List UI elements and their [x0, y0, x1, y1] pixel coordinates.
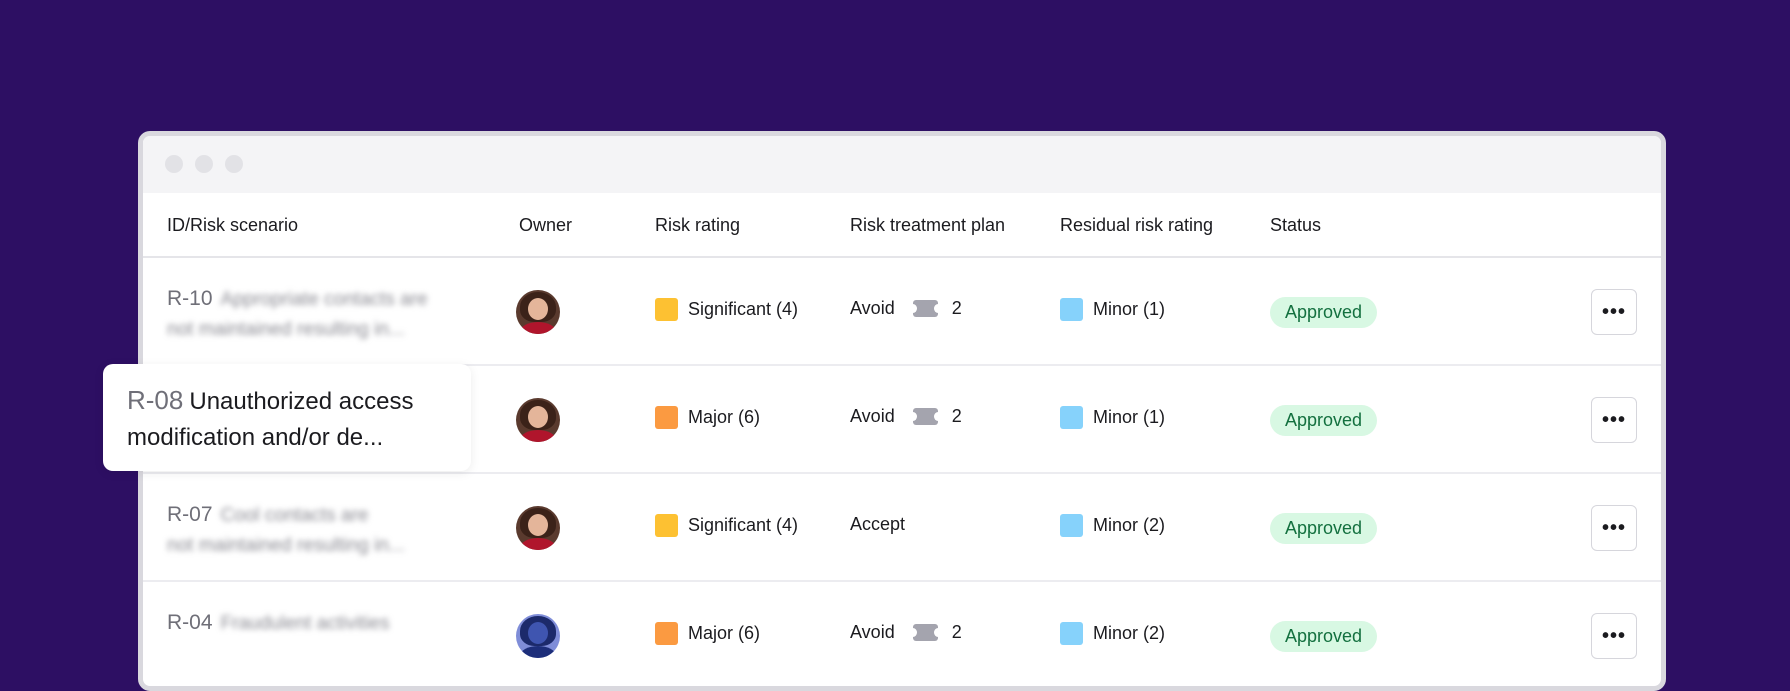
column-header-residual-rating[interactable]: Residual risk rating [1060, 215, 1213, 236]
residual-rating-cell: Minor (2) [1060, 622, 1165, 645]
risk-rating-cell: Significant (4) [655, 514, 798, 537]
more-actions-button[interactable]: ••• [1591, 289, 1637, 335]
residual-rating-label: Minor (2) [1093, 515, 1166, 535]
highlighted-risk-callout[interactable]: R-08 Unauthorized access modification and… [103, 364, 471, 471]
column-header-status[interactable]: Status [1270, 215, 1321, 236]
residual-rating-cell: Minor (1) [1060, 406, 1165, 429]
residual-rating-cell: Minor (2) [1060, 514, 1165, 537]
residual-rating-cell: Minor (1) [1060, 298, 1165, 321]
risk-scenario-text: Fraudulent activities [220, 613, 390, 634]
window-minimize-dot[interactable] [195, 155, 213, 173]
residual-rating-label: Minor (1) [1093, 299, 1166, 319]
column-header-scenario[interactable]: ID/Risk scenario [167, 215, 298, 236]
risk-scenario-text: Cool contacts are [220, 505, 369, 526]
significant-swatch-icon [655, 514, 678, 537]
risk-id: R-07 [167, 503, 213, 526]
status-cell: Approved [1270, 297, 1378, 328]
treatment-plan-label: Accept [850, 514, 906, 534]
status-cell: Approved [1270, 405, 1378, 436]
minor-swatch-icon [1060, 406, 1083, 429]
treatment-plan-label: Avoid [850, 298, 895, 318]
table-row[interactable]: R-04 Fraudulent activities Major (6) Avoi… [143, 582, 1661, 686]
significant-swatch-icon [655, 298, 678, 321]
window-titlebar [143, 136, 1661, 193]
risk-rating-cell: Major (6) [655, 406, 760, 429]
status-badge: Approved [1270, 621, 1378, 652]
owner-avatar[interactable] [516, 290, 560, 334]
column-header-owner[interactable]: Owner [519, 215, 572, 236]
risk-id: R-10 [167, 287, 213, 310]
owner-avatar[interactable] [516, 398, 560, 442]
risk-scenario-cell[interactable]: R-04 Fraudulent activities [167, 608, 467, 639]
risk-rating-label: Major (6) [688, 407, 761, 427]
risk-scenario-text: Unauthorized access [189, 388, 414, 415]
risk-id: R-04 [167, 611, 213, 634]
treatment-plan-cell[interactable]: Avoid 2 [850, 406, 962, 427]
more-actions-button[interactable]: ••• [1591, 505, 1637, 551]
ticket-icon [908, 300, 942, 317]
minor-swatch-icon [1060, 514, 1083, 537]
residual-rating-label: Minor (1) [1093, 407, 1166, 427]
risk-rating-label: Major (6) [688, 623, 761, 643]
more-actions-button[interactable]: ••• [1591, 613, 1637, 659]
minor-swatch-icon [1060, 298, 1083, 321]
owner-avatar[interactable] [516, 506, 560, 550]
status-badge: Approved [1270, 513, 1378, 544]
table-row[interactable]: R-10 Appropriate contacts are not maintai… [143, 258, 1661, 366]
treatment-plan-cell[interactable]: Accept [850, 514, 905, 535]
risk-scenario-cell[interactable]: R-10 Appropriate contacts are not maintai… [167, 284, 467, 345]
ellipsis-icon: ••• [1601, 300, 1626, 323]
status-cell: Approved [1270, 621, 1378, 652]
status-badge: Approved [1270, 405, 1378, 436]
table-header: ID/Risk scenario Owner Risk rating Risk … [143, 193, 1661, 258]
table-row[interactable]: R-07 Cool contacts are not maintained res… [143, 474, 1661, 582]
window-close-dot[interactable] [165, 155, 183, 173]
risk-id: R-08 [127, 385, 184, 415]
status-badge: Approved [1270, 297, 1378, 328]
risk-scenario-cell[interactable]: R-07 Cool contacts are not maintained res… [167, 500, 467, 561]
ellipsis-icon: ••• [1601, 624, 1626, 647]
ellipsis-icon: ••• [1601, 516, 1626, 539]
risk-scenario-text-line2: modification and/or de... [127, 424, 384, 451]
risk-scenario-text: Appropriate contacts are [220, 289, 428, 310]
column-header-risk-rating[interactable]: Risk rating [655, 215, 740, 236]
risk-rating-label: Significant (4) [688, 299, 799, 319]
residual-rating-label: Minor (2) [1093, 623, 1166, 643]
owner-avatar[interactable] [516, 614, 560, 658]
ticket-count: 2 [951, 406, 962, 426]
ellipsis-icon: ••• [1601, 408, 1626, 431]
column-header-treatment-plan[interactable]: Risk treatment plan [850, 215, 1005, 236]
treatment-plan-label: Avoid [850, 406, 895, 426]
risk-scenario-text-line2: not maintained resulting in... [167, 535, 405, 556]
risk-rating-cell: Significant (4) [655, 298, 798, 321]
ticket-count: 2 [951, 298, 962, 318]
risk-rating-label: Significant (4) [688, 515, 799, 535]
ticket-icon [908, 408, 942, 425]
minor-swatch-icon [1060, 622, 1083, 645]
major-swatch-icon [655, 406, 678, 429]
more-actions-button[interactable]: ••• [1591, 397, 1637, 443]
risk-scenario-text-line2: not maintained resulting in... [167, 319, 405, 340]
window-maximize-dot[interactable] [225, 155, 243, 173]
risk-rating-cell: Major (6) [655, 622, 760, 645]
major-swatch-icon [655, 622, 678, 645]
treatment-plan-cell[interactable]: Avoid 2 [850, 298, 962, 319]
status-cell: Approved [1270, 513, 1378, 544]
